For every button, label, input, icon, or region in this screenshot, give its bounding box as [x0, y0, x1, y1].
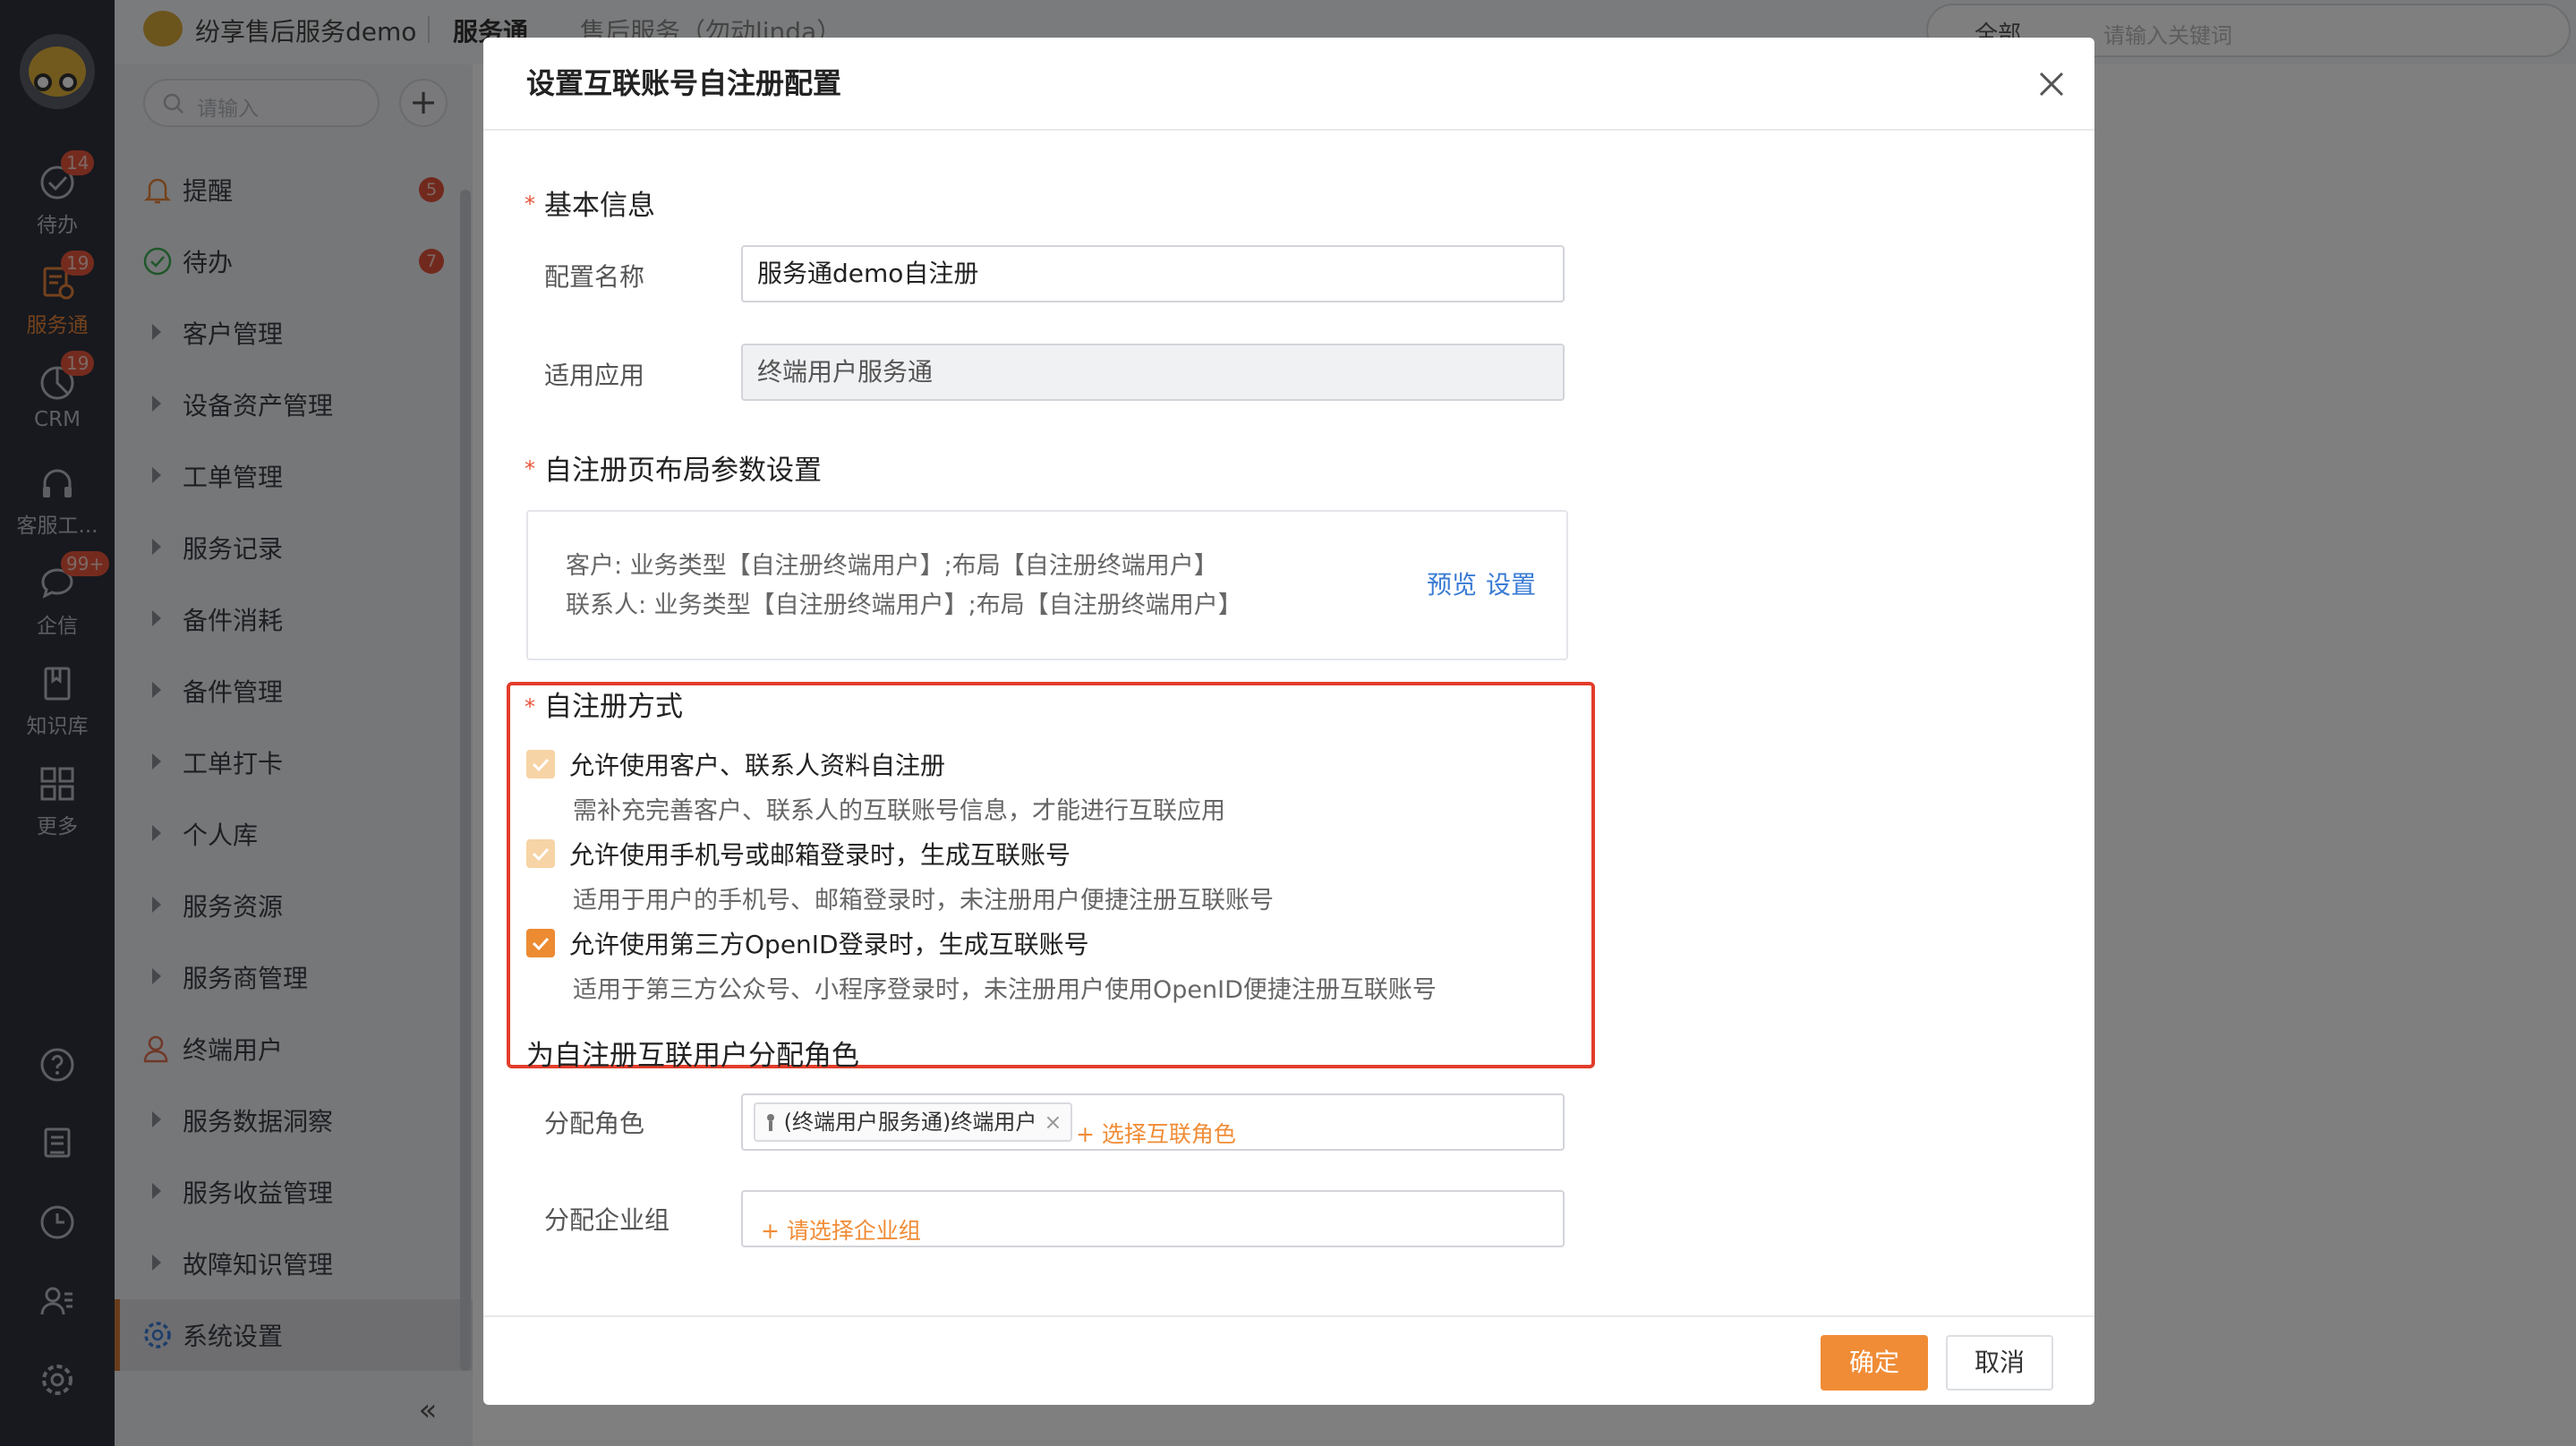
self-registration-dialog: 设置互联账号自注册配置 * 基本信息 配置名称 服务通demo自注册 适用应用 … — [483, 38, 2094, 1405]
required-marker: * — [525, 694, 535, 719]
dialog-footer: 确定 取消 — [483, 1315, 2094, 1405]
option-desc-1: 需补充完善客户、联系人的互联账号信息，才能进行互联应用 — [573, 797, 1225, 825]
role-tag-label: (终端用户服务通)终端用户 — [783, 1110, 1037, 1135]
layout-summary-box: 客户: 业务类型【自注册终端用户】;布局【自注册终端用户】 联系人: 业务类型【… — [526, 510, 1568, 660]
close-icon[interactable] — [2030, 63, 2073, 106]
confirm-button[interactable]: 确定 — [1821, 1335, 1928, 1391]
section-basic-info: 基本信息 — [544, 190, 655, 222]
required-marker: * — [525, 191, 535, 217]
user-pin-icon — [767, 1114, 774, 1131]
dialog-header: 设置互联账号自注册配置 — [483, 38, 2094, 131]
group-label: 分配企业组 — [544, 1205, 670, 1235]
role-tag: (终端用户服务通)终端用户 × — [754, 1102, 1073, 1142]
option-checkbox-2 — [526, 839, 555, 868]
config-name-label: 配置名称 — [544, 262, 645, 292]
add-group-link[interactable]: + 请选择企业组 — [761, 1204, 921, 1258]
option-checkbox-1 — [526, 750, 555, 778]
cancel-button[interactable]: 取消 — [1946, 1335, 2053, 1391]
option-desc-2: 适用于用户的手机号、邮箱登录时，未注册用户便捷注册互联账号 — [573, 887, 1274, 914]
option-label-3: 允许使用第三方OpenID登录时，生成互联账号 — [569, 930, 1089, 959]
section-role-assignment: 为自注册互联用户分配角色 — [526, 1040, 859, 1072]
section-layout: 自注册页布局参数设置 — [544, 455, 822, 487]
group-select[interactable]: + 请选择企业组 — [741, 1190, 1565, 1247]
option-checkbox-3[interactable] — [526, 929, 555, 957]
layout-customer-line: 客户: 业务类型【自注册终端用户】;布局【自注册终端用户】 — [566, 552, 1218, 580]
checkmark-icon — [532, 937, 550, 951]
dialog-title: 设置互联账号自注册配置 — [526, 66, 842, 100]
app-label: 适用应用 — [544, 361, 645, 390]
remove-tag-icon[interactable]: × — [1044, 1110, 1062, 1135]
highlight-box — [507, 682, 1595, 1068]
role-label: 分配角色 — [544, 1109, 645, 1138]
preview-link[interactable]: 预览 — [1427, 566, 1477, 601]
app-input: 终端用户服务通 — [741, 344, 1565, 401]
config-name-input[interactable]: 服务通demo自注册 — [741, 245, 1565, 302]
layout-contact-line: 联系人: 业务类型【自注册终端用户】;布局【自注册终端用户】 — [566, 591, 1242, 619]
role-select[interactable]: (终端用户服务通)终端用户 × + 选择互联角色 — [741, 1093, 1565, 1151]
add-role-link[interactable]: + 选择互联角色 — [1076, 1108, 1236, 1161]
settings-link[interactable]: 设置 — [1486, 566, 1536, 601]
section-registration-method: 自注册方式 — [544, 691, 683, 723]
checkmark-icon — [532, 758, 550, 772]
option-desc-3: 适用于第三方公众号、小程序登录时，未注册用户使用OpenID便捷注册互联账号 — [573, 976, 1437, 1004]
required-marker: * — [525, 456, 535, 481]
option-label-1: 允许使用客户、联系人资料自注册 — [569, 751, 946, 780]
option-label-2: 允许使用手机号或邮箱登录时，生成互联账号 — [569, 840, 1071, 870]
checkmark-icon — [532, 847, 550, 862]
